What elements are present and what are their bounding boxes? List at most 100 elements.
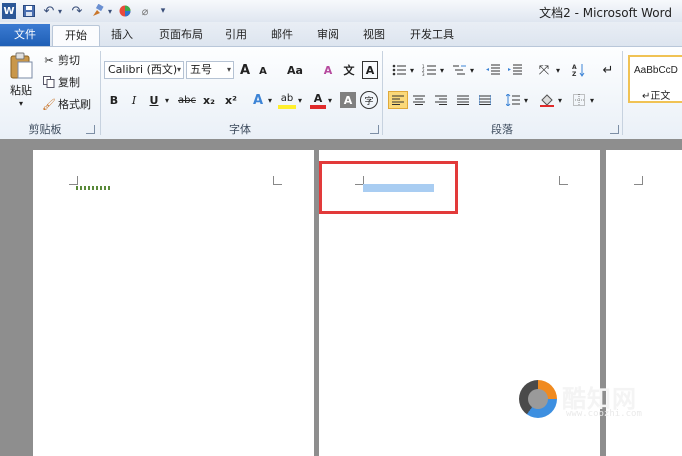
crop-mark [273,176,282,185]
font-launcher-icon[interactable] [370,125,379,134]
svg-text:Z: Z [572,71,577,77]
subscript-button[interactable]: x₂ [200,91,218,109]
bullets-icon[interactable] [390,61,408,79]
underline-button[interactable]: U [146,91,162,109]
show-formatting-icon[interactable]: ↵ [600,61,616,79]
phonetic-guide-button[interactable]: 文 [340,61,358,79]
tab-home[interactable]: 开始 [52,25,100,46]
crop-mark [69,176,78,185]
paste-dropdown-icon[interactable]: ▾ [6,98,36,108]
paste-icon[interactable] [6,51,36,81]
font-color-button[interactable]: A [310,91,326,109]
font-size-combo[interactable]: 五号 ▾ [186,61,234,79]
style-normal-name: 正文 [650,91,671,102]
clear-formatting-button[interactable]: A [320,61,336,79]
multilevel-list-icon[interactable] [450,61,468,79]
redo-icon[interactable]: ↷ [70,3,84,19]
font-name-combo[interactable]: Calibri (西文) ▾ [104,61,184,79]
font-size-dropdown-icon[interactable]: ▾ [227,62,231,78]
highlight-button[interactable]: ab [278,91,296,109]
font-name-dropdown-icon[interactable]: ▾ [177,62,181,78]
character-shading-button[interactable]: A [340,92,356,108]
watermark: 酷知网 www.coozhi.com [516,376,666,426]
enclose-characters-button[interactable]: 字 [360,91,378,109]
grow-font-button[interactable]: A [238,61,252,79]
align-center-icon[interactable] [410,91,428,109]
italic-button[interactable]: I [126,91,142,109]
text-effects-dropdown-icon[interactable]: ▾ [266,91,274,109]
tab-mailings[interactable]: 邮件 [264,25,300,45]
align-right-icon[interactable] [432,91,450,109]
title-bar: W ↶ ▾ ↷ ▾ ⌀ ▾ 文档2 - Microsoft Word [0,0,682,23]
underline-dropdown-icon[interactable]: ▾ [162,91,172,109]
shrink-font-button[interactable]: A [256,63,270,79]
style-normal-tile[interactable]: AaBbCcD ↵正文 [628,55,682,103]
undo-icon[interactable]: ↶ [42,3,56,19]
tab-file[interactable]: 文件 [0,24,50,46]
tab-insert[interactable]: 插入 [104,25,140,45]
save-icon[interactable] [22,3,36,19]
svg-text:A: A [572,64,577,71]
paste-button-label[interactable]: 粘贴 [6,83,36,97]
format-painter-icon[interactable]: 🖌 [42,97,56,111]
font-color-dropdown-icon[interactable]: ▾ [326,91,334,109]
highlight-dropdown-icon[interactable]: ▾ [296,91,304,109]
justify-icon[interactable] [454,91,472,109]
font-size-value: 五号 [190,63,212,76]
crop-mark [634,176,643,185]
font-name-value: Calibri (西文) [108,63,178,76]
format-painter-button[interactable]: 格式刷 [58,97,98,111]
numbering-dropdown-icon[interactable]: ▾ [438,61,446,79]
copy-button[interactable]: 复制 [58,75,86,89]
line-spacing-dropdown-icon[interactable]: ▾ [522,91,530,109]
style-sample-text: AaBbCcD [634,65,678,76]
format-brush-icon[interactable] [90,3,106,19]
borders-icon[interactable] [570,91,588,109]
multilevel-dropdown-icon[interactable]: ▾ [468,61,476,79]
change-case-button[interactable]: Aa [284,61,306,79]
numbering-icon[interactable]: 123 [420,61,438,79]
superscript-button[interactable]: x² [222,91,240,109]
tab-view[interactable]: 视图 [356,25,392,45]
text-effects-button[interactable]: A [250,91,266,109]
clear-icon[interactable]: ⌀ [138,3,152,19]
tab-developer[interactable]: 开发工具 [404,25,460,45]
decrease-indent-icon[interactable] [484,61,502,79]
crop-mark [559,176,568,185]
watermark-url: www.coozhi.com [566,409,642,419]
customize-dropdown-icon[interactable]: ▾ [106,3,114,19]
ribbon: 粘贴 ▾ ✂ 剪切 复制 🖌 格式刷 剪贴板 Calibri (西文) ▾ 五号 ▾… [0,46,682,140]
grammar-squiggle [76,186,110,190]
align-left-icon[interactable] [388,91,408,109]
clipboard-launcher-icon[interactable] [86,125,95,134]
shading-dropdown-icon[interactable]: ▾ [556,91,564,109]
style-normal-label: ↵正文 [642,87,670,102]
chinese-layout-icon[interactable]: ⤧ [534,61,554,79]
character-border-button[interactable]: A [362,61,378,79]
window-title: 文档2 - Microsoft Word [539,6,672,20]
copy-icon[interactable] [42,75,56,89]
line-spacing-icon[interactable] [504,91,522,109]
tab-page-layout[interactable]: 页面布局 [150,25,212,45]
word-app-icon[interactable]: W [2,3,16,19]
bullets-dropdown-icon[interactable]: ▾ [408,61,416,79]
distributed-icon[interactable] [476,91,494,109]
paragraph-launcher-icon[interactable] [610,125,619,134]
page-1[interactable] [33,150,314,456]
cut-button[interactable]: 剪切 [58,53,86,67]
chinese-layout-dropdown-icon[interactable]: ▾ [554,61,562,79]
bold-button[interactable]: B [106,91,122,109]
paragraph-shading-icon[interactable] [538,91,556,109]
quick-access-customize-icon[interactable]: ▾ [158,3,168,19]
ribbon-tabs: 开始 插入 页面布局 引用 邮件 审阅 视图 开发工具 [0,22,682,46]
scissors-icon[interactable]: ✂ [42,53,56,67]
sort-icon[interactable]: AZ [570,61,588,79]
tab-review[interactable]: 审阅 [310,25,346,45]
strikethrough-button[interactable]: abc [176,91,198,109]
undo-dropdown-icon[interactable]: ▾ [56,3,64,19]
tab-references[interactable]: 引用 [218,25,254,45]
watermark-logo-icon [519,380,557,418]
color-wheel-icon[interactable] [118,3,132,19]
borders-dropdown-icon[interactable]: ▾ [588,91,596,109]
increase-indent-icon[interactable] [506,61,524,79]
